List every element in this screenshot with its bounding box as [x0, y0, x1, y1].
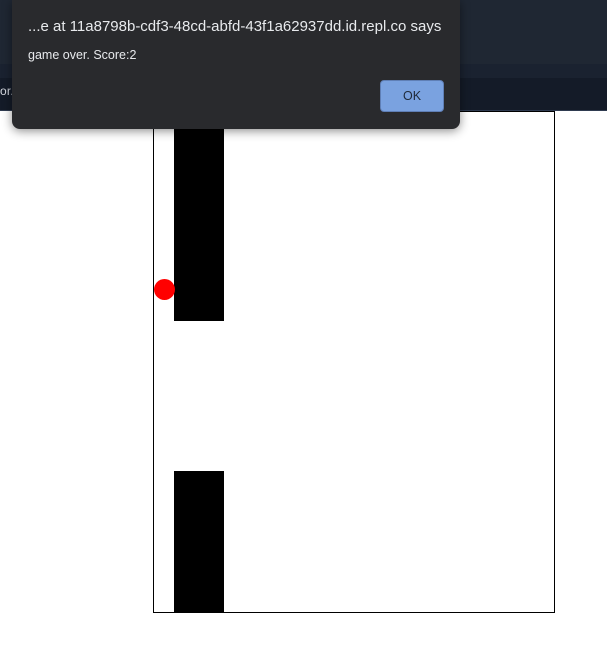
alert-title: ...e at 11a8798b-cdf3-48cd-abfd-43f1a629…	[28, 18, 442, 35]
alert-message: game over. Score:2	[28, 48, 137, 62]
bottom-pipe	[174, 471, 224, 612]
player-ball	[154, 279, 175, 300]
top-pipe	[174, 112, 224, 321]
ok-button[interactable]: OK	[380, 80, 444, 112]
game-canvas[interactable]	[153, 111, 555, 613]
alert-dialog: ...e at 11a8798b-cdf3-48cd-abfd-43f1a629…	[12, 0, 460, 129]
